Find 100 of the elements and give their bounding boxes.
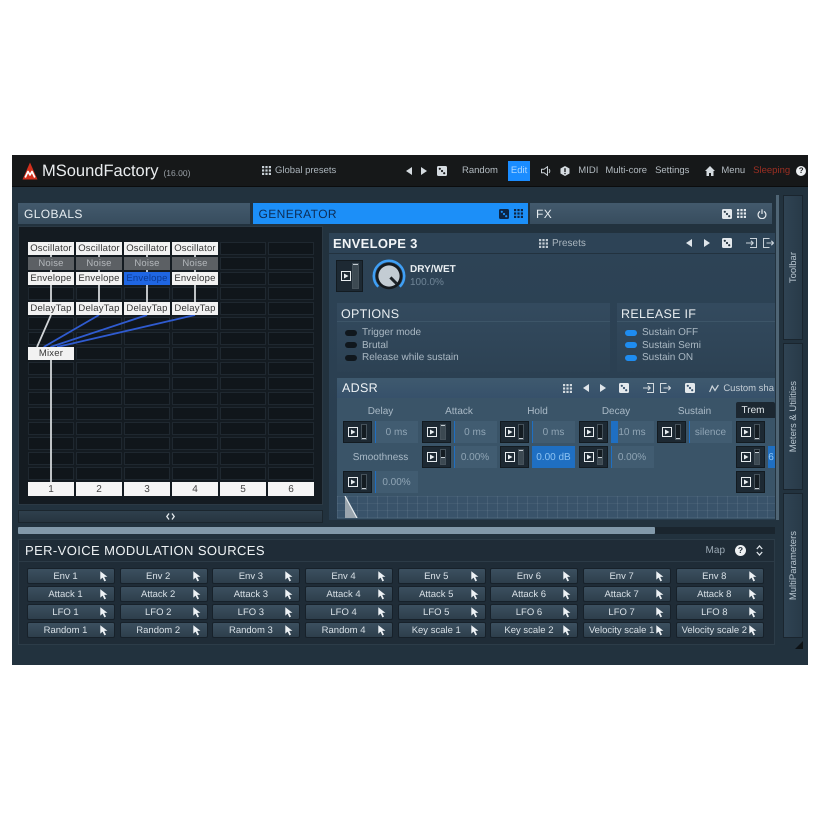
option-label[interactable]: Sustain OFF [642, 327, 698, 338]
modulation-source-button[interactable]: Random 4 [305, 622, 394, 638]
dice-icon[interactable] [619, 383, 630, 393]
arrow-into-box-icon[interactable] [643, 383, 654, 393]
empty-slot[interactable] [28, 317, 74, 330]
empty-slot[interactable] [172, 287, 218, 300]
modulation-source-button[interactable]: LFO 3 [212, 604, 300, 620]
modulator-button[interactable] [736, 446, 764, 468]
module-node[interactable]: DelayTap [76, 302, 122, 315]
sidebar-tab[interactable]: MultiParameters [783, 493, 803, 638]
modulation-source-button[interactable]: Env 4 [305, 568, 394, 584]
modulation-source-button[interactable]: Env 6 [490, 568, 578, 584]
arrow-out-of-box-icon[interactable] [660, 383, 672, 393]
modulator-button[interactable] [736, 421, 764, 443]
caret-left-icon[interactable] [406, 166, 412, 174]
caret-left-icon[interactable] [583, 384, 590, 392]
empty-slot[interactable] [76, 287, 122, 300]
toggle-switch[interactable] [345, 354, 357, 361]
arrows-button[interactable] [18, 510, 323, 523]
module-node[interactable]: DelayTap [172, 302, 218, 315]
map-button[interactable]: Map [706, 545, 725, 556]
home-icon[interactable] [705, 166, 716, 176]
arrow-into-box-icon[interactable] [746, 238, 757, 248]
modulation-source-button[interactable]: LFO 5 [398, 604, 486, 620]
empty-slot[interactable] [28, 452, 74, 465]
modulation-source-button[interactable]: Velocity scale 2 [676, 622, 764, 638]
module-node[interactable]: Oscillator [172, 242, 218, 255]
modulator-button[interactable] [657, 421, 686, 443]
settings-button[interactable]: Settings [655, 160, 690, 180]
global-presets-button[interactable]: Global presets [262, 160, 336, 180]
modulation-source-button[interactable]: Attack 7 [583, 586, 672, 602]
dice-icon[interactable] [437, 166, 447, 176]
modulator-button[interactable] [343, 421, 372, 443]
help-button[interactable]: ? [735, 545, 746, 556]
modulator-button[interactable] [500, 421, 529, 443]
modulation-source-button[interactable]: Attack 8 [676, 586, 764, 602]
toggle-switch[interactable] [625, 354, 637, 361]
module-node[interactable]: Envelope [76, 272, 122, 285]
modulation-source-button[interactable]: Attack 2 [120, 586, 208, 602]
modulation-source-button[interactable]: Attack 4 [305, 586, 394, 602]
modulation-source-button[interactable]: Key scale 2 [490, 622, 578, 638]
shape-button[interactable]: Custom sha [709, 382, 774, 394]
modulation-source-button[interactable]: LFO 4 [305, 604, 394, 620]
module-node[interactable]: Envelope [28, 272, 74, 285]
horizontal-scrollbar[interactable] [18, 527, 775, 534]
scrollbar-thumb[interactable] [18, 527, 655, 534]
modulation-source-button[interactable]: Attack 1 [27, 586, 115, 602]
caret-right-icon[interactable] [421, 166, 427, 174]
random-button[interactable]: Random [462, 160, 498, 180]
toggle-switch[interactable] [625, 330, 637, 336]
arrow-out-of-box-icon[interactable] [763, 238, 774, 248]
modulation-source-button[interactable]: Env 1 [27, 568, 115, 584]
modulation-source-button[interactable]: LFO 2 [120, 604, 208, 620]
empty-slot[interactable] [28, 407, 74, 420]
modulator-button[interactable] [578, 446, 608, 468]
modulator-button[interactable] [736, 471, 764, 493]
modulation-source-button[interactable]: Attack 5 [398, 586, 486, 602]
module-node[interactable]: Envelope [172, 272, 218, 285]
empty-slot[interactable] [28, 467, 74, 480]
caret-right-icon[interactable] [704, 239, 710, 247]
modulation-source-button[interactable]: Env 7 [583, 568, 672, 584]
module-node[interactable]: Oscillator [76, 242, 122, 255]
toggle-switch[interactable] [345, 330, 357, 336]
speaker-icon[interactable] [541, 166, 552, 176]
empty-slot[interactable] [28, 392, 74, 405]
grid-icon[interactable] [737, 209, 746, 218]
module-node[interactable]: Oscillator [28, 242, 74, 255]
option-label[interactable]: Trigger mode [362, 327, 422, 338]
presets-button[interactable]: Presets [539, 238, 586, 248]
modulator-button[interactable] [500, 446, 529, 468]
modulation-source-button[interactable]: Env 3 [212, 568, 300, 584]
empty-slot[interactable] [28, 287, 74, 300]
empty-slot[interactable] [28, 422, 74, 435]
section-tab[interactable]: FX [530, 203, 772, 224]
dice-icon[interactable] [722, 208, 732, 218]
modulator-button[interactable] [343, 471, 372, 493]
section-tab[interactable]: GENERATOR [252, 203, 528, 224]
power-icon[interactable] [757, 208, 767, 218]
modulator-button[interactable] [422, 421, 450, 443]
caret-left-icon[interactable] [686, 239, 692, 247]
help-button[interactable]: ? [796, 166, 806, 176]
modulation-source-button[interactable]: Key scale 1 [398, 622, 486, 638]
empty-slot[interactable] [28, 377, 74, 390]
modulation-source-button[interactable]: LFO 8 [676, 604, 764, 620]
grid-icon[interactable] [514, 209, 522, 218]
option-label[interactable]: Release while sustain [362, 352, 459, 364]
modulator-button[interactable] [578, 421, 608, 443]
option-label[interactable]: Brutal [362, 340, 388, 351]
hexagon-icon[interactable] [560, 166, 570, 176]
modulation-source-button[interactable]: LFO 7 [583, 604, 672, 620]
modulation-source-button[interactable]: LFO 1 [27, 604, 115, 620]
sidebar-tab[interactable]: Meters & Utilities [783, 343, 803, 490]
modulation-source-button[interactable]: Env 8 [676, 568, 764, 584]
modulation-source-button[interactable]: Attack 3 [212, 586, 300, 602]
midi-button[interactable]: MIDI [578, 160, 598, 180]
modulation-source-button[interactable]: Random 2 [120, 622, 208, 638]
modulation-source-button[interactable]: Velocity scale 1 [583, 622, 672, 638]
toggle-switch[interactable] [625, 342, 637, 348]
modulation-source-button[interactable]: Env 2 [120, 568, 208, 584]
empty-slot[interactable] [28, 437, 74, 450]
